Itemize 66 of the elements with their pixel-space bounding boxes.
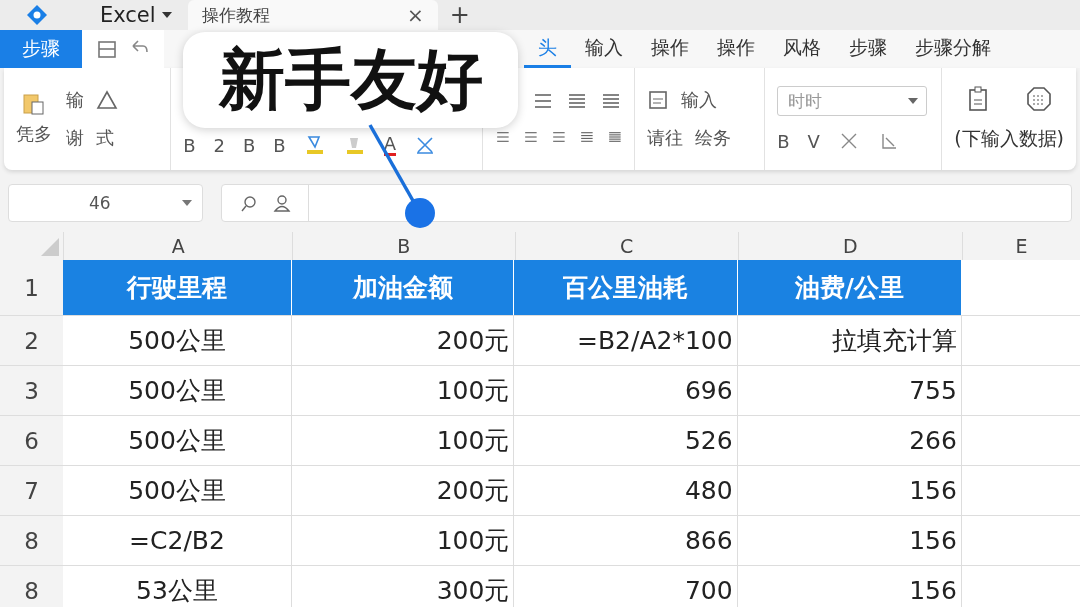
table-cell: 755: [737, 366, 962, 415]
font-style-button[interactable]: B: [183, 134, 196, 156]
ribbon-tab[interactable]: 步骤: [835, 30, 901, 68]
data-input-button[interactable]: (下输入数据): [954, 126, 1064, 152]
row-header[interactable]: 2: [0, 316, 63, 365]
table-cell: 200元: [292, 466, 515, 515]
row-header[interactable]: 3: [0, 366, 63, 415]
ribbon-tab[interactable]: 步骤分解: [901, 30, 1005, 68]
table-cell: 200元: [292, 316, 515, 365]
paste-button[interactable]: 凭多: [16, 122, 52, 146]
table-cell: 866: [514, 516, 738, 565]
close-tab-button[interactable]: ×: [406, 3, 424, 27]
table-cell: 53公里: [62, 566, 293, 607]
number-format-dropdown[interactable]: 时时: [777, 86, 928, 116]
table-cell: 拉填充计算: [737, 316, 962, 365]
number-style-button[interactable]: B: [777, 130, 790, 152]
table-cell: 100元: [292, 366, 515, 415]
row-header[interactable]: 1: [0, 260, 63, 315]
number-format-field[interactable]: 时时: [786, 90, 891, 112]
insert-button[interactable]: 输入: [681, 88, 718, 112]
new-tab-button[interactable]: +: [449, 1, 470, 29]
callout-bubble: 新手友好: [183, 32, 518, 128]
ribbon-tab[interactable]: 风格: [769, 30, 835, 68]
table-cell: 100元: [292, 416, 515, 465]
header-cell: 油费/公里: [737, 260, 962, 315]
table-cell: 500公里: [62, 316, 293, 365]
format-button[interactable]: 谢: [66, 126, 84, 150]
table-cell: 156: [737, 566, 962, 607]
table-cell: 300元: [292, 566, 515, 607]
document-tab[interactable]: 操作教程 ×: [187, 0, 438, 30]
row-header[interactable]: 7: [0, 466, 63, 515]
wrap-button[interactable]: 请往: [647, 126, 684, 150]
table-cell: 500公里: [62, 466, 293, 515]
table-cell: =C2/B2: [62, 516, 293, 565]
header-cell: 加油金额: [292, 260, 515, 315]
format-button[interactable]: 式: [96, 126, 114, 150]
table-cell: 156: [737, 466, 962, 515]
row-header[interactable]: 8: [0, 516, 63, 565]
table-cell: =B2/A2*100: [514, 316, 738, 365]
cut-button[interactable]: 输: [66, 88, 84, 112]
table-cell: 480: [514, 466, 738, 515]
row-header[interactable]: 6: [0, 416, 63, 465]
table-cell: 526: [514, 416, 738, 465]
file-menu-button[interactable]: 步骤: [0, 30, 82, 68]
format-button[interactable]: 绘务: [695, 126, 732, 150]
font-style-button[interactable]: B: [242, 134, 256, 156]
header-cell: 百公里油耗: [514, 260, 738, 315]
name-box[interactable]: 46: [8, 184, 203, 222]
table-cell: 156: [737, 516, 962, 565]
header-cell: 行驶里程: [62, 260, 293, 315]
row-header[interactable]: 8: [0, 566, 63, 607]
table-cell: 700: [514, 566, 738, 607]
table-cell: 266: [737, 416, 962, 465]
column-header[interactable]: E: [962, 232, 1080, 260]
table-cell: 100元: [292, 516, 515, 565]
ribbon-tab[interactable]: 输入: [571, 30, 637, 68]
table-cell: 500公里: [62, 416, 293, 465]
app-menu[interactable]: Excel: [100, 3, 156, 27]
font-color-button[interactable]: A: [383, 134, 396, 156]
table-cell: 696: [514, 366, 738, 415]
table-cell: 500公里: [62, 366, 293, 415]
number-style-button[interactable]: V: [807, 130, 820, 152]
ribbon-tab[interactable]: 操作: [703, 30, 769, 68]
ribbon-tab[interactable]: 操作: [637, 30, 703, 68]
font-style-button[interactable]: B: [273, 134, 286, 156]
font-style-button[interactable]: 2: [213, 134, 225, 156]
